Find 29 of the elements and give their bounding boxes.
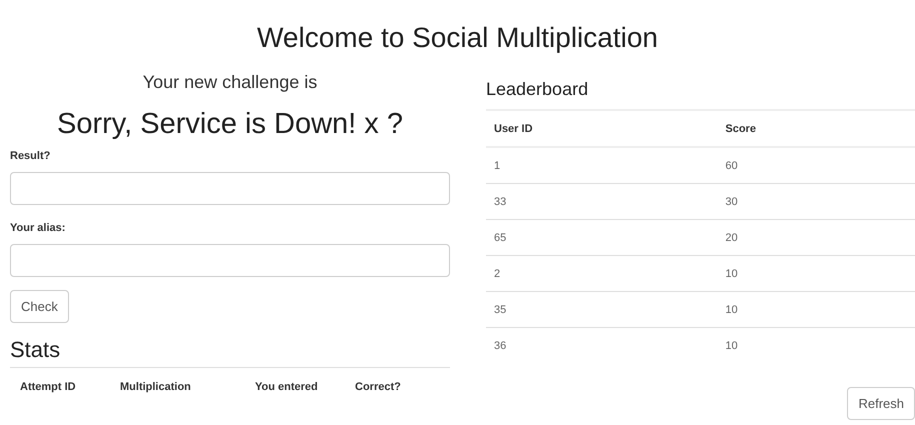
- input-field[interactable]: [10, 244, 450, 277]
- column-header: User ID: [486, 110, 718, 147]
- table-cell: 33: [486, 184, 718, 220]
- table-cell: 10: [717, 256, 915, 292]
- table-cell: 2: [486, 256, 718, 292]
- table-cell: 65: [486, 220, 718, 256]
- check-button[interactable]: Check: [10, 290, 69, 323]
- page-title: Welcome to Social Multiplication: [256, 21, 659, 55]
- challenge-intro: Your new challenge is: [142, 72, 318, 92]
- field-label: Result?: [10, 150, 50, 162]
- table-cell: 30: [717, 184, 915, 220]
- table-cell: 1: [486, 147, 718, 184]
- table-cell: 36: [486, 328, 718, 363]
- field-label: Your alias:: [10, 222, 66, 234]
- column-header: You entered: [255, 381, 318, 393]
- column-header: Score: [717, 110, 915, 147]
- challenge-question: Sorry, Service is Down! x ?: [57, 108, 403, 140]
- leaderboard-heading: Leaderboard: [486, 79, 588, 99]
- table-cell: 60: [717, 147, 915, 184]
- table-cell: 35: [486, 292, 718, 328]
- stats-heading: Stats: [10, 336, 62, 364]
- column-header: Correct?: [355, 381, 401, 393]
- table-cell: 20: [717, 220, 915, 256]
- table-cell: 10: [717, 292, 915, 328]
- table-cell: 10: [717, 328, 915, 363]
- input-field[interactable]: [10, 172, 450, 205]
- column-header: Attempt ID: [20, 381, 76, 393]
- refresh-button[interactable]: Refresh: [847, 387, 915, 420]
- column-header: Multiplication: [120, 381, 191, 393]
